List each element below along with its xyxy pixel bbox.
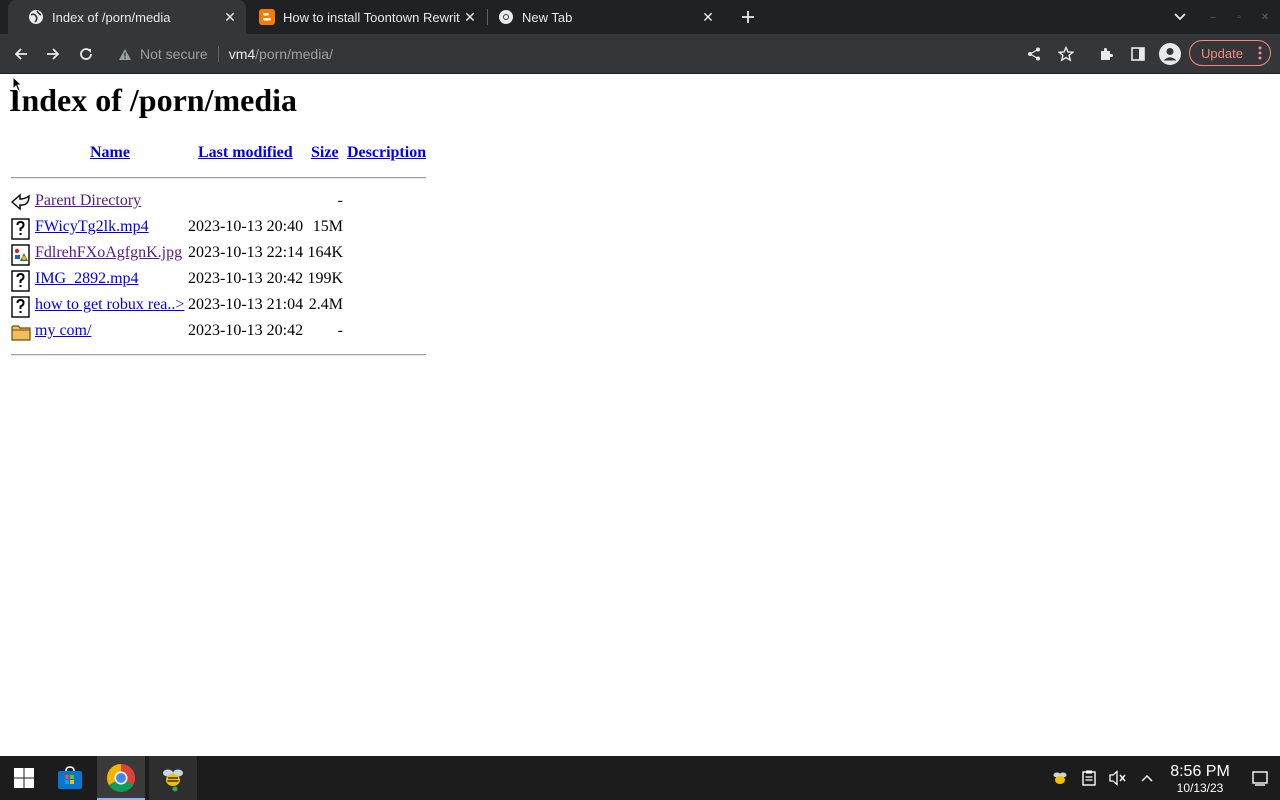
- close-window-icon[interactable]: ✕: [1256, 8, 1274, 26]
- listing-row: FdlrehFXoAgfgnK.jpg 2023-10-13 22:14 164…: [0, 242, 430, 266]
- windows-icon: [14, 768, 34, 788]
- notifications-icon[interactable]: [1250, 768, 1270, 788]
- back-button[interactable]: [8, 41, 34, 67]
- tab-title: New Tab: [522, 9, 573, 25]
- listing-row: FWicyTg2lk.mp4 2023-10-13 20:40 15M: [0, 216, 430, 240]
- file-size: -: [337, 322, 343, 339]
- url-text[interactable]: vm4/porn/media/: [229, 46, 333, 62]
- volume-muted-icon[interactable]: [1108, 768, 1128, 788]
- unknown-file-icon: [11, 296, 31, 318]
- store-app[interactable]: [46, 756, 94, 800]
- omnibox-divider: [217, 46, 219, 62]
- more-vert-icon[interactable]: [1258, 46, 1262, 63]
- listing-row: IMG_2892.mp4 2023-10-13 20:42 199K: [0, 268, 430, 292]
- file-size: 2.4M: [308, 296, 343, 313]
- file-size: -: [337, 192, 343, 209]
- tab-index-of-media[interactable]: Index of /porn/media ✕: [8, 0, 246, 34]
- bee-icon: [163, 769, 183, 792]
- header-rule: [11, 177, 426, 179]
- page-title: Index of /porn/media: [9, 82, 298, 118]
- taskbar-clock[interactable]: 8:56 PM 10/13/23: [1166, 763, 1234, 795]
- file-link[interactable]: how to get robux rea..>: [35, 294, 184, 316]
- listing-row: Parent Directory -: [0, 190, 430, 214]
- tab-close-icon[interactable]: ✕: [220, 7, 240, 27]
- file-size: 199K: [307, 270, 343, 287]
- bee-tray-icon[interactable]: [1050, 768, 1070, 788]
- update-button[interactable]: Update: [1189, 40, 1271, 66]
- new-tab-button[interactable]: [736, 5, 760, 29]
- footer-rule: [11, 354, 426, 356]
- unknown-file-icon: [11, 270, 31, 292]
- globe-icon: [28, 9, 44, 25]
- folder-link[interactable]: my com/: [35, 320, 91, 342]
- clock-date: 10/13/23: [1176, 781, 1224, 795]
- parent-directory-link[interactable]: Parent Directory: [35, 190, 141, 212]
- column-header-size[interactable]: Size: [311, 144, 339, 162]
- store-icon: [58, 766, 82, 789]
- browser-toolbar: Not secure vm4/porn/media/: [0, 34, 1280, 73]
- forward-button[interactable]: [40, 41, 66, 67]
- file-link[interactable]: IMG_2892.mp4: [35, 268, 139, 290]
- column-header-name[interactable]: Name: [90, 144, 130, 162]
- reload-button[interactable]: [73, 41, 99, 67]
- mouse-cursor-icon: [12, 75, 23, 92]
- listing-row: my com/ 2023-10-13 20:42 -: [0, 320, 430, 344]
- unknown-file-icon: [11, 218, 31, 240]
- file-link[interactable]: FdlrehFXoAgfgnK.jpg: [35, 242, 182, 264]
- column-header-last-modified[interactable]: Last modified: [198, 144, 293, 162]
- side-panel-icon[interactable]: [1125, 41, 1151, 67]
- tab-new-tab[interactable]: New Tab ✕: [486, 0, 724, 34]
- share-icon[interactable]: [1021, 41, 1047, 67]
- chrome-app[interactable]: [97, 756, 145, 800]
- file-size: 164K: [307, 244, 343, 261]
- start-button[interactable]: [0, 756, 48, 800]
- profile-avatar-icon[interactable]: [1157, 41, 1183, 67]
- file-link[interactable]: FWicyTg2lk.mp4: [35, 216, 149, 238]
- extensions-icon[interactable]: [1093, 41, 1119, 67]
- chrome-icon: [498, 9, 514, 25]
- tab-close-icon[interactable]: ✕: [460, 7, 480, 27]
- omnibox[interactable]: Not secure vm4/porn/media/: [118, 44, 333, 64]
- clipboard-icon[interactable]: [1079, 768, 1099, 788]
- maximize-icon[interactable]: ▫: [1230, 8, 1248, 26]
- toolbar-divider: [0, 73, 1280, 74]
- folder-icon: [11, 322, 31, 344]
- listing-row: how to get robux rea..> 2023-10-13 21:04…: [0, 294, 430, 318]
- file-date: 2023-10-13 22:14: [188, 244, 304, 261]
- back-arrow-icon: [10, 192, 31, 214]
- tab-toontown[interactable]: How to install Toontown Rewritten ✕: [246, 0, 486, 34]
- image-file-icon: [11, 244, 31, 266]
- file-size: 15M: [312, 218, 343, 235]
- column-header-description[interactable]: Description: [347, 144, 426, 162]
- security-label[interactable]: Not secure: [140, 46, 208, 62]
- tab-title: How to install Toontown Rewritten: [283, 9, 460, 25]
- taskbar: [0, 756, 1280, 800]
- file-date: 2023-10-13 20:42: [188, 270, 304, 287]
- bookmark-star-icon[interactable]: [1053, 41, 1079, 67]
- warning-icon: [118, 48, 132, 61]
- file-date: 2023-10-13 21:04: [188, 296, 304, 313]
- chrome-icon: [107, 764, 135, 792]
- minimize-icon[interactable]: –: [1204, 8, 1222, 26]
- file-date: 2023-10-13 20:42: [188, 322, 304, 339]
- tab-title: Index of /porn/media: [52, 9, 171, 25]
- bee-app[interactable]: [149, 756, 197, 800]
- tab-search-chevron-icon[interactable]: [1168, 5, 1192, 29]
- chevron-up-icon[interactable]: [1137, 768, 1157, 788]
- file-date: 2023-10-13 20:40: [188, 218, 304, 235]
- tab-strip: Index of /porn/media ✕ How to install To…: [0, 0, 1280, 34]
- blogger-icon: [259, 9, 275, 25]
- tab-close-icon[interactable]: ✕: [698, 7, 718, 27]
- clock-time: 8:56 PM: [1170, 763, 1230, 780]
